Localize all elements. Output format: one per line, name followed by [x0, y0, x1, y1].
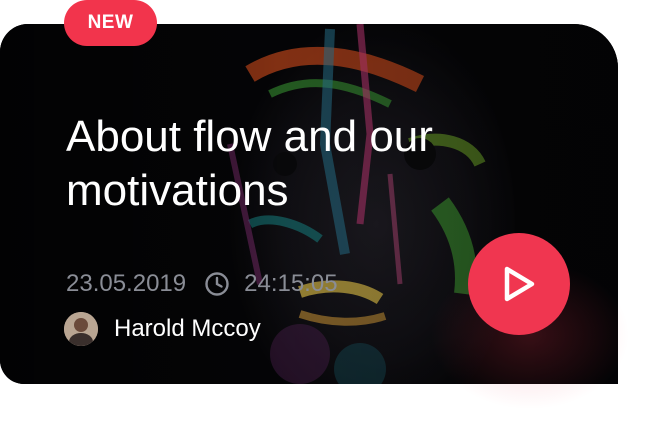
avatar: [64, 312, 98, 346]
video-card-stage: About flow and our motivations 23.05.201…: [0, 0, 671, 447]
publish-date: 23.05.2019: [66, 270, 187, 297]
video-title: About flow and our motivations: [66, 112, 433, 215]
new-badge: NEW: [64, 0, 157, 46]
play-button[interactable]: [468, 233, 570, 335]
video-duration: 24:15:05: [244, 270, 338, 297]
author-name: Harold Mccoy: [114, 315, 261, 342]
play-icon: [504, 266, 535, 302]
clock-icon: [205, 272, 229, 296]
author[interactable]: Harold Mccoy: [64, 312, 261, 346]
video-meta: 23.05.2019 24:15:05: [66, 270, 338, 298]
